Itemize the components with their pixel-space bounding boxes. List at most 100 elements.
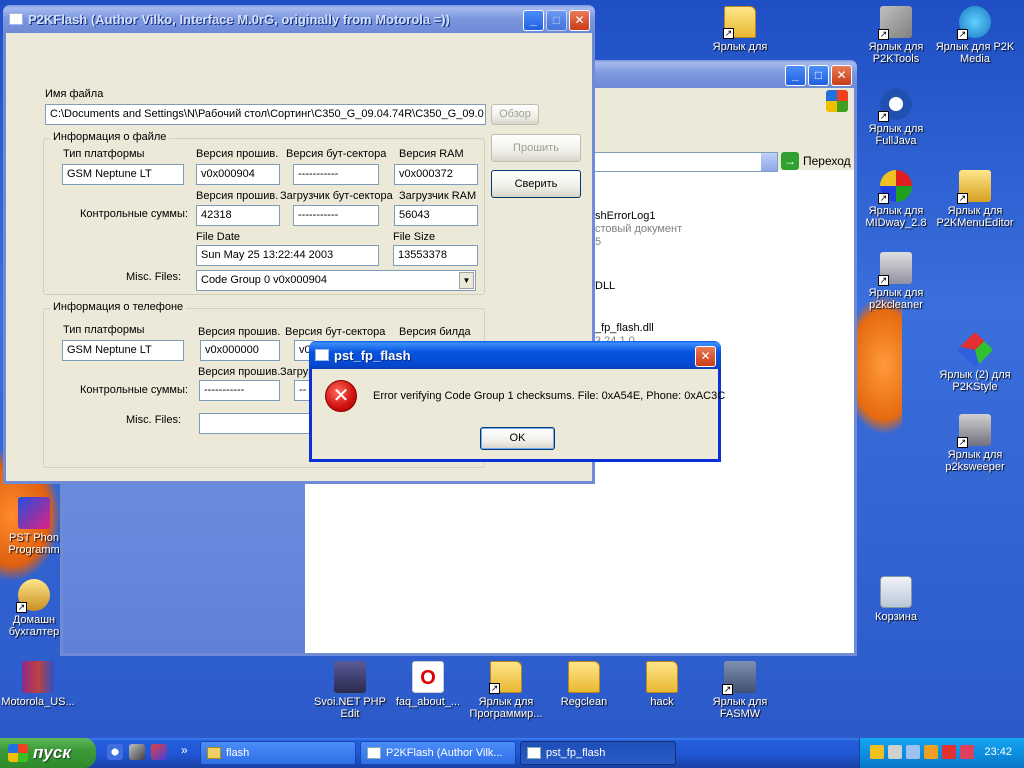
desktop-icon-midway[interactable]: ↗ Ярлык для MIDway_2.8: [856, 170, 936, 229]
desktop-icon-p2kmenueditor[interactable]: ↗ Ярлык для P2KMenuEditor: [935, 170, 1015, 229]
maximize-button[interactable]: □: [808, 65, 829, 86]
dialog-message: Error verifying Code Group 1 checksums. …: [373, 390, 726, 402]
network-icon[interactable]: [906, 745, 920, 759]
desktop-icon-label: Корзина: [875, 611, 917, 623]
desktop-icon-regclean[interactable]: Regclean: [544, 661, 624, 708]
group-title: Информация о файле: [50, 131, 170, 143]
boot-version-field[interactable]: -----------: [293, 164, 379, 185]
opera-document-icon: [412, 661, 444, 693]
file-date-field[interactable]: Sun May 25 13:22:44 2003: [196, 245, 379, 266]
checksum-fw-field[interactable]: 42318: [196, 205, 280, 226]
chevron-down-icon[interactable]: [761, 153, 777, 171]
desktop-icon-label: Regclean: [560, 696, 608, 708]
misc-files-select[interactable]: Code Group 0 v0x000904 ▼: [196, 270, 476, 291]
tool-tray-icon[interactable]: [924, 745, 938, 759]
task-button-pst-fp-flash[interactable]: pst_fp_flash: [520, 741, 676, 765]
desktop-icon-p2kstyle[interactable]: Ярлык (2) для P2KStyle: [935, 331, 1015, 393]
fw-label-2: Версия прошив.: [196, 190, 279, 202]
close-button[interactable]: ✕: [569, 10, 590, 31]
close-button[interactable]: ✕: [831, 65, 852, 86]
ok-button[interactable]: OK: [480, 427, 555, 450]
dialog-titlebar[interactable]: pst_fp_flash ✕: [309, 341, 721, 369]
style-icon: [956, 331, 994, 369]
show-desktop-icon[interactable]: [107, 744, 123, 760]
maximize-button[interactable]: □: [546, 10, 567, 31]
tool-quicklaunch-icon[interactable]: [129, 744, 145, 760]
task-button-p2kflash[interactable]: P2KFlash (Author Vilk...: [360, 741, 516, 765]
task-label: flash: [226, 747, 250, 759]
file-item[interactable]: shErrorLog1: [595, 210, 656, 222]
fasmw-icon: ↗: [722, 661, 756, 695]
start-button[interactable]: пуск: [0, 738, 96, 768]
dialog-client: ✕ Error verifying Code Group 1 checksums…: [312, 369, 725, 459]
compare-button[interactable]: Сверить: [491, 170, 581, 198]
folder-icon: ↗: [489, 661, 522, 694]
media-quicklaunch-icon[interactable]: [151, 744, 167, 760]
platform-field[interactable]: GSM Neptune LT: [62, 164, 184, 185]
file-size-field[interactable]: 13553378: [393, 245, 478, 266]
go-button[interactable]: → Переход: [781, 152, 851, 170]
php-edit-icon: [334, 661, 366, 693]
desktop-icon-p2kcleaner[interactable]: ↗ Ярлык для p2kcleaner: [856, 252, 936, 311]
task-button-flash[interactable]: flash: [200, 741, 356, 765]
quicklaunch-chevron[interactable]: »: [181, 743, 188, 757]
folder-icon: [568, 661, 600, 693]
folder-icon: [207, 747, 221, 759]
platform-label: Тип платформы: [63, 148, 145, 160]
group-title: Информация о телефоне: [50, 301, 187, 313]
desktop-icon-hack[interactable]: hack: [622, 661, 702, 708]
desktop-icon-faq[interactable]: faq_about_...: [388, 661, 468, 708]
desktop-icon-p2ktools[interactable]: ↗ Ярлык для P2KTools: [856, 6, 936, 65]
file-item[interactable]: _fp_flash.dll: [595, 322, 654, 334]
minimize-button[interactable]: _: [785, 65, 806, 86]
browse-button[interactable]: Обзор: [491, 104, 539, 125]
desktop-icon-label: Ярлык для P2KMenuEditor: [936, 205, 1014, 229]
phone-platform-field[interactable]: GSM Neptune LT: [62, 340, 184, 361]
ramloader-label: Загрузчик RAM: [399, 190, 477, 202]
ram-version-field[interactable]: v0x000372: [394, 164, 478, 185]
desktop-icon-motorola-us[interactable]: Motorola_US...: [0, 661, 78, 708]
folder-icon: [646, 661, 678, 693]
desktop-icon-label: Ярлык (2) для P2KStyle: [939, 369, 1011, 393]
boot-version-label: Версия бут-сектора: [286, 148, 387, 160]
file-date-label: File Date: [196, 231, 241, 243]
phone-fw-field[interactable]: v0x000000: [200, 340, 280, 361]
antivirus-icon[interactable]: [942, 745, 956, 759]
dialog-title: pst_fp_flash: [334, 347, 411, 363]
network-icon[interactable]: [888, 745, 902, 759]
clock[interactable]: 23:42: [984, 746, 1012, 758]
security-icon[interactable]: [960, 745, 974, 759]
desktop-icon-label: Ярлык для p2ksweeper: [945, 449, 1005, 473]
file-item[interactable]: DLL: [595, 280, 615, 292]
desktop-icon-fasmw[interactable]: ↗ Ярлык для FASMW: [700, 661, 780, 720]
address-combo[interactable]: [593, 152, 778, 172]
desktop-icon-p2ksweeper[interactable]: ↗ Ярлык для p2ksweeper: [935, 414, 1015, 473]
checksum-boot-field[interactable]: -----------: [293, 205, 379, 226]
desktop-icon-recycle-bin[interactable]: Корзина: [856, 576, 936, 623]
desktop-icon-label: hack: [650, 696, 674, 708]
flash-button[interactable]: Прошить: [491, 134, 581, 162]
task-label: P2KFlash (Author Vilk...: [386, 747, 503, 759]
file-size-label: File Size: [393, 231, 436, 243]
fw-version-field[interactable]: v0x000904: [196, 164, 280, 185]
phone-misc-field[interactable]: [199, 413, 314, 434]
desktop-icon-fulljava[interactable]: ↗ Ярлык для FullJava: [856, 88, 936, 147]
desktop-icon-dmotorola[interactable]: ↗ Ярлык для dMotorola: [700, 6, 780, 53]
filename-field[interactable]: C:\Documents and Settings\N\Рабочий стол…: [45, 104, 486, 125]
checksum-ram-field[interactable]: 56043: [394, 205, 478, 226]
p2kflash-titlebar[interactable]: P2KFlash (Author Vilko, Interface M.0rG,…: [3, 5, 595, 33]
desktop-icon-label: Ярлык для dMotorola: [712, 41, 768, 53]
chevron-down-icon[interactable]: ▼: [459, 272, 474, 289]
desktop-icon-label: Ярлык для FASMW: [712, 696, 768, 720]
desktop-icon-php-edit[interactable]: Svoi.NET PHP Edit: [310, 661, 390, 720]
desktop-icon-p2kmedia[interactable]: ↗ Ярлык для P2K Media: [935, 6, 1015, 65]
error-dialog[interactable]: pst_fp_flash ✕ ✕ Error verifying Code Gr…: [309, 341, 725, 462]
desktop-icon-programmir[interactable]: ↗ Ярлык для Программир...: [466, 661, 546, 720]
start-label: пуск: [33, 743, 71, 762]
shield-icon[interactable]: [870, 745, 884, 759]
file-item-size: 5: [595, 236, 602, 248]
minimize-button[interactable]: _: [523, 10, 544, 31]
close-button[interactable]: ✕: [695, 346, 716, 367]
phone-checksum-fw-field[interactable]: -----------: [199, 380, 280, 401]
desktop-icon-label: faq_about_...: [395, 696, 461, 708]
